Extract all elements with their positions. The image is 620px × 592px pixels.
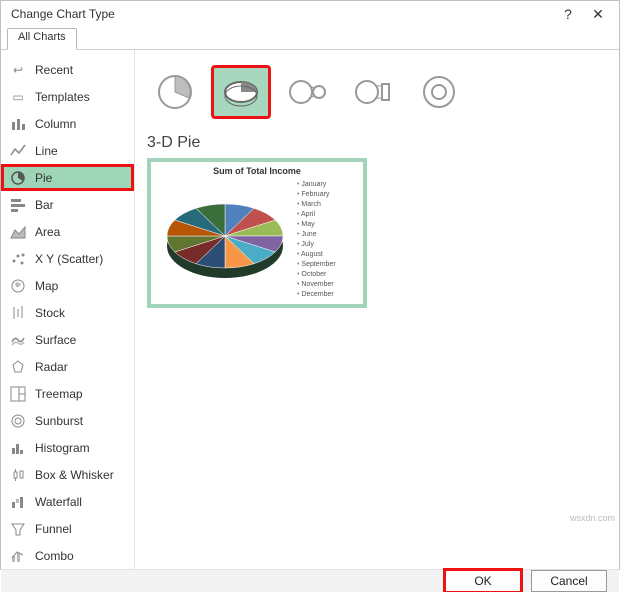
sidebar-item-label: Box & Whisker xyxy=(35,468,114,482)
subtype-pie-3d[interactable] xyxy=(213,67,269,117)
chart-type-sidebar: ↩ Recent ▭ Templates Column Line Pie B xyxy=(1,50,135,569)
combo-icon xyxy=(9,547,27,565)
change-chart-type-dialog: Change Chart Type ? ✕ All Charts ↩ Recen… xyxy=(0,0,620,570)
tab-all-charts[interactable]: All Charts xyxy=(7,28,77,50)
help-icon: ? xyxy=(564,6,572,22)
sidebar-item-label: Area xyxy=(35,225,60,239)
pie-of-pie-icon xyxy=(287,72,327,112)
subtype-row xyxy=(147,60,607,124)
main-panel: 3-D Pie Sum of Total Income JanuaryFebru… xyxy=(135,50,619,569)
recent-icon: ↩ xyxy=(9,61,27,79)
chart-preview[interactable]: Sum of Total Income JanuaryFebruaryMarch… xyxy=(147,158,367,308)
sidebar-item-box-whisker[interactable]: Box & Whisker xyxy=(1,461,134,488)
sidebar-item-label: Funnel xyxy=(35,522,72,536)
sidebar-item-map[interactable]: Map xyxy=(1,272,134,299)
treemap-icon xyxy=(9,385,27,403)
help-button[interactable]: ? xyxy=(553,1,583,27)
stock-icon xyxy=(9,304,27,322)
sidebar-item-scatter[interactable]: X Y (Scatter) xyxy=(1,245,134,272)
sidebar-item-waterfall[interactable]: Waterfall xyxy=(1,488,134,515)
sidebar-item-histogram[interactable]: Histogram xyxy=(1,434,134,461)
histogram-icon xyxy=(9,439,27,457)
sidebar-item-label: Line xyxy=(35,144,58,158)
pie-3d-icon xyxy=(221,72,261,112)
content-area: ↩ Recent ▭ Templates Column Line Pie B xyxy=(1,50,619,569)
cancel-button[interactable]: Cancel xyxy=(531,570,607,592)
column-icon xyxy=(9,115,27,133)
dialog-footer: OK Cancel xyxy=(1,569,619,592)
sunburst-icon xyxy=(9,412,27,430)
tab-label: All Charts xyxy=(18,31,66,43)
sidebar-item-label: X Y (Scatter) xyxy=(35,252,103,266)
subtype-pie-of-pie[interactable] xyxy=(279,67,335,117)
sidebar-item-label: Treemap xyxy=(35,387,83,401)
bar-icon xyxy=(9,196,27,214)
pie-chart xyxy=(157,176,297,294)
bar-of-pie-icon xyxy=(353,72,393,112)
button-label: Cancel xyxy=(550,574,587,588)
sidebar-item-label: Waterfall xyxy=(35,495,82,509)
sidebar-item-label: Pie xyxy=(35,171,52,185)
surface-icon xyxy=(9,331,27,349)
subtype-pie-2d[interactable] xyxy=(147,67,203,117)
sidebar-item-label: Recent xyxy=(35,63,73,77)
line-icon xyxy=(9,142,27,160)
sidebar-item-stock[interactable]: Stock xyxy=(1,299,134,326)
funnel-icon xyxy=(9,520,27,538)
sidebar-item-label: Bar xyxy=(35,198,54,212)
pie-2d-icon xyxy=(155,72,195,112)
subtype-label: 3-D Pie xyxy=(147,134,607,152)
chart-legend: JanuaryFebruaryMarchAprilMayJuneJulyAugu… xyxy=(297,176,336,296)
dialog-title: Change Chart Type xyxy=(11,7,115,21)
scatter-icon xyxy=(9,250,27,268)
sidebar-item-label: Stock xyxy=(35,306,65,320)
sidebar-item-pie[interactable]: Pie xyxy=(1,164,134,191)
sidebar-item-bar[interactable]: Bar xyxy=(1,191,134,218)
sidebar-item-treemap[interactable]: Treemap xyxy=(1,380,134,407)
sidebar-item-surface[interactable]: Surface xyxy=(1,326,134,353)
ok-button[interactable]: OK xyxy=(445,570,521,592)
preview-title: Sum of Total Income xyxy=(157,166,357,176)
sidebar-item-funnel[interactable]: Funnel xyxy=(1,515,134,542)
sidebar-item-label: Combo xyxy=(35,549,74,563)
pie-icon xyxy=(9,169,27,187)
close-button[interactable]: ✕ xyxy=(583,1,613,27)
sidebar-item-label: Templates xyxy=(35,90,90,104)
sidebar-item-line[interactable]: Line xyxy=(1,137,134,164)
watermark: wsxdn.com xyxy=(570,513,615,523)
sidebar-item-radar[interactable]: Radar xyxy=(1,353,134,380)
sidebar-item-templates[interactable]: ▭ Templates xyxy=(1,83,134,110)
sidebar-item-label: Histogram xyxy=(35,441,90,455)
radar-icon xyxy=(9,358,27,376)
sidebar-item-column[interactable]: Column xyxy=(1,110,134,137)
close-icon: ✕ xyxy=(592,6,604,23)
button-label: OK xyxy=(474,574,491,588)
sidebar-item-label: Map xyxy=(35,279,58,293)
area-icon xyxy=(9,223,27,241)
sidebar-item-area[interactable]: Area xyxy=(1,218,134,245)
sidebar-item-label: Surface xyxy=(35,333,76,347)
sidebar-item-combo[interactable]: Combo xyxy=(1,542,134,569)
sidebar-item-recent[interactable]: ↩ Recent xyxy=(1,56,134,83)
sidebar-item-sunburst[interactable]: Sunburst xyxy=(1,407,134,434)
doughnut-icon xyxy=(419,72,459,112)
waterfall-icon xyxy=(9,493,27,511)
box-whisker-icon xyxy=(9,466,27,484)
sidebar-item-label: Column xyxy=(35,117,76,131)
subtype-bar-of-pie[interactable] xyxy=(345,67,401,117)
sidebar-item-label: Sunburst xyxy=(35,414,83,428)
subtype-doughnut[interactable] xyxy=(411,67,467,117)
tabstrip: All Charts xyxy=(1,27,619,50)
map-icon xyxy=(9,277,27,295)
templates-icon: ▭ xyxy=(9,88,27,106)
titlebar: Change Chart Type ? ✕ xyxy=(1,1,619,27)
sidebar-item-label: Radar xyxy=(35,360,68,374)
